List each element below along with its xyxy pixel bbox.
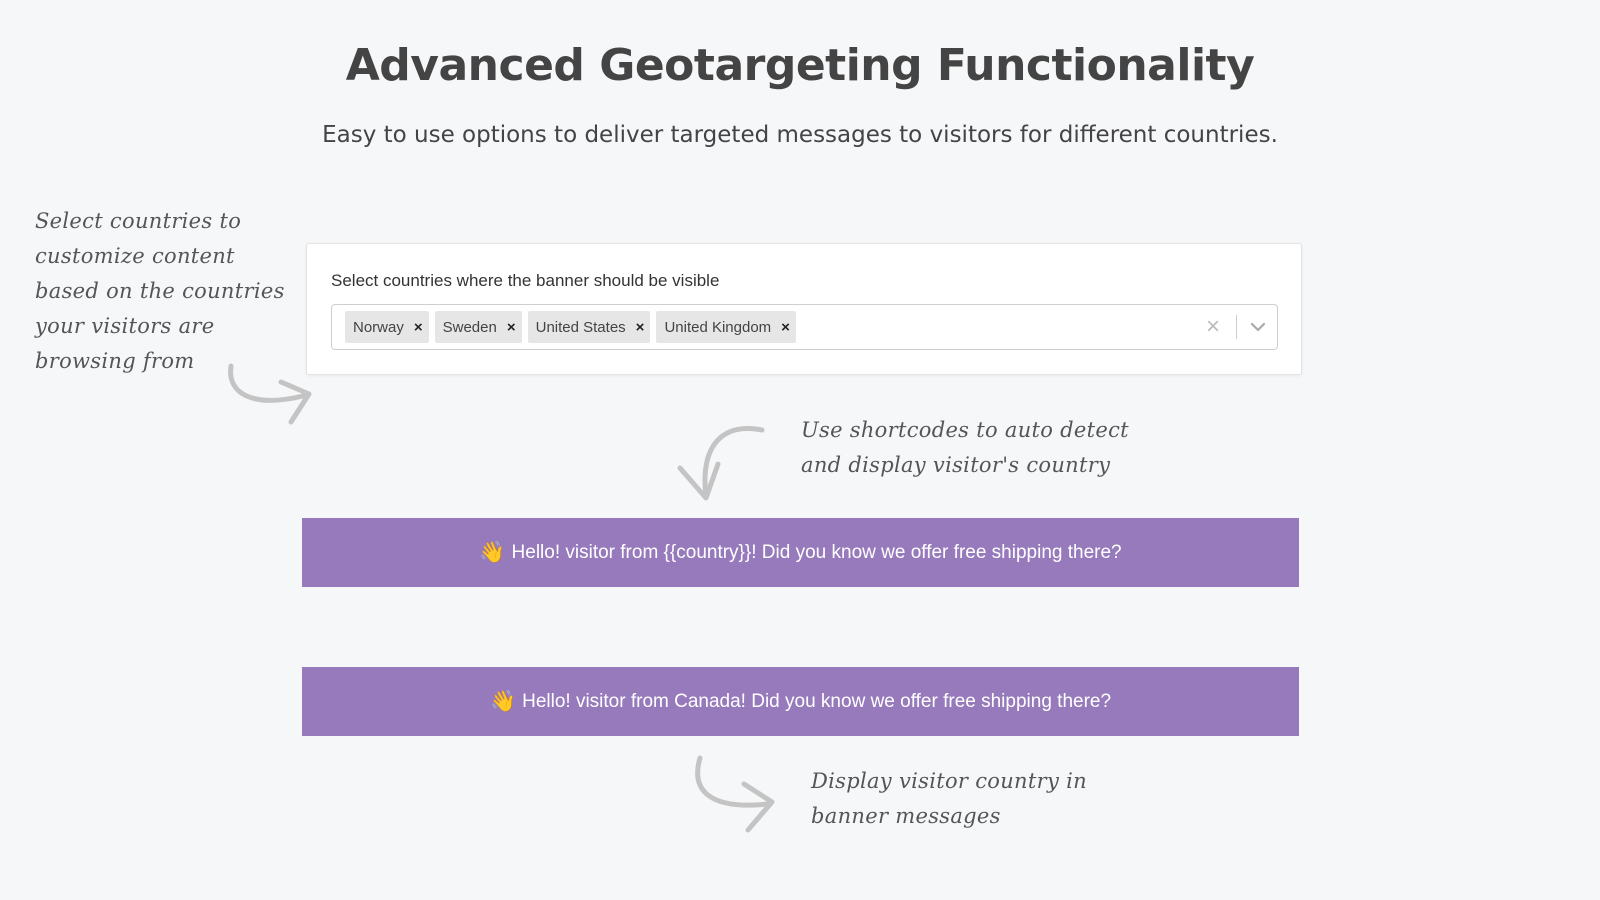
waving-hand-icon: 👋 <box>489 689 517 713</box>
country-tag: United Kingdom × <box>656 311 796 343</box>
remove-tag-icon[interactable]: × <box>636 320 645 335</box>
curved-arrow-icon <box>695 755 775 833</box>
country-tag: United States × <box>527 311 651 343</box>
chevron-down-icon[interactable] <box>1245 314 1271 340</box>
country-tag-label: United Kingdom <box>664 318 772 336</box>
waving-hand-icon: 👋 <box>479 540 506 564</box>
curved-arrow-icon <box>677 426 765 501</box>
note-select-countries: Select countries to customize content ba… <box>35 209 285 373</box>
country-tag: Norway × <box>345 311 429 343</box>
country-multiselect[interactable]: Norway × Sweden × United States × United… <box>331 304 1278 350</box>
page-subtitle: Easy to use options to deliver targeted … <box>322 122 1278 148</box>
country-selector-label: Select countries where the banner should… <box>331 271 720 290</box>
banner-template: 👋 Hello! visitor from {{country}}! Did y… <box>302 518 1299 587</box>
banner-template-text: Hello! visitor from {{country}}! Did you… <box>511 541 1122 563</box>
note-display-country: Display visitor country in banner messag… <box>811 769 1087 828</box>
country-selector-card: Select countries where the banner should… <box>306 243 1302 375</box>
note-shortcodes: Use shortcodes to auto detect and displa… <box>801 418 1129 477</box>
country-tag-label: Norway <box>353 318 404 336</box>
select-divider <box>1236 315 1237 339</box>
country-tag-label: Sweden <box>442 318 497 336</box>
clear-all-icon[interactable]: × <box>1198 313 1228 341</box>
banner-preview-text: Hello! visitor from Canada! Did you know… <box>522 690 1112 712</box>
country-tag: Sweden × <box>434 311 522 343</box>
remove-tag-icon[interactable]: × <box>507 320 516 335</box>
banner-preview: 👋 Hello! visitor from Canada! Did you kn… <box>302 667 1299 736</box>
country-tag-label: United States <box>535 318 626 336</box>
select-controls: × <box>1198 305 1277 349</box>
remove-tag-icon[interactable]: × <box>781 320 790 335</box>
page-title: Advanced Geotargeting Functionality <box>345 40 1255 91</box>
remove-tag-icon[interactable]: × <box>414 320 423 335</box>
